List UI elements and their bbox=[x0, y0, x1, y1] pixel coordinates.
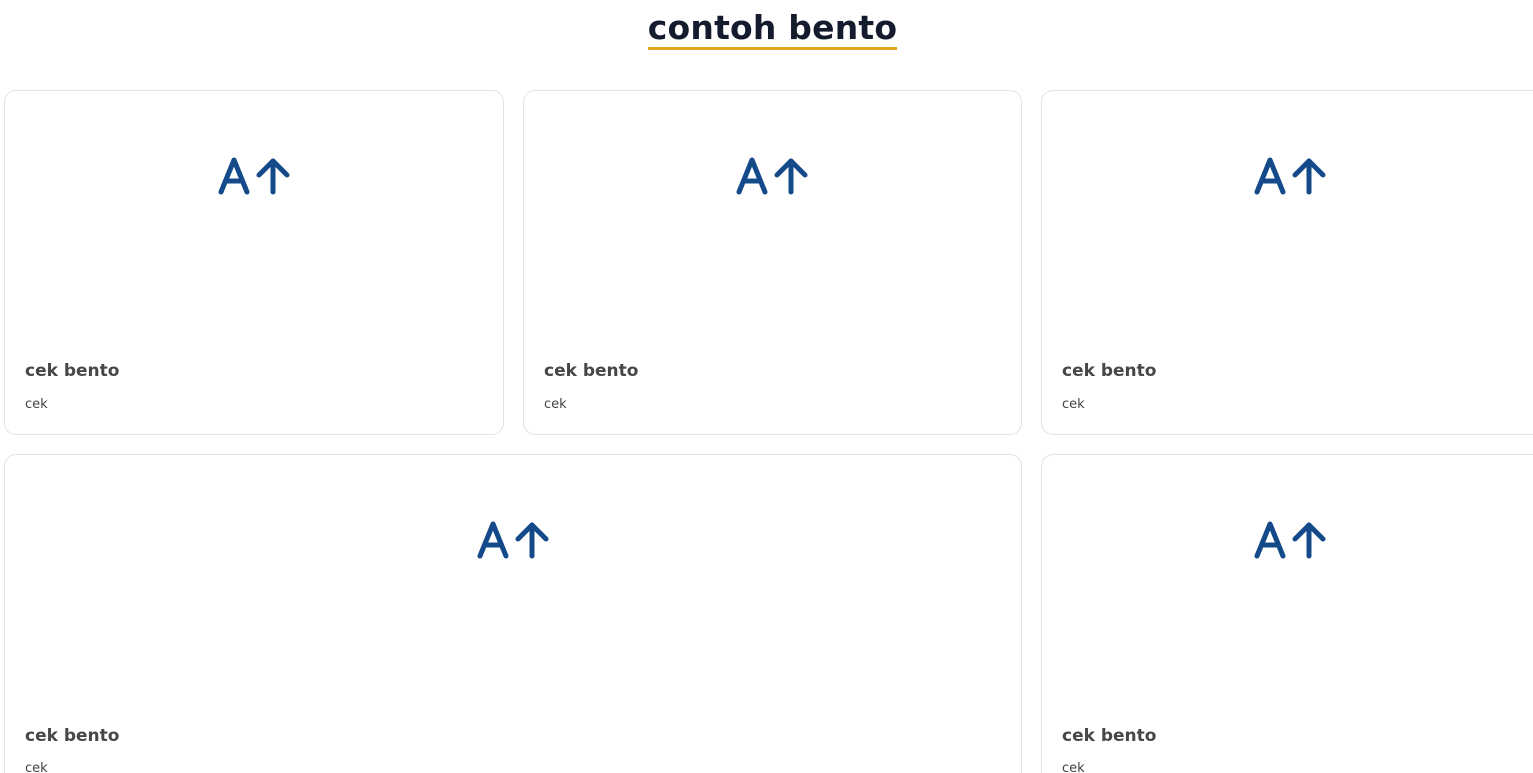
page-title: contoh bento bbox=[647, 9, 898, 50]
card-description: cek bbox=[25, 397, 48, 412]
card-title: cek bento bbox=[1062, 361, 1157, 381]
card-title: cek bento bbox=[544, 361, 639, 381]
logo-icon bbox=[477, 521, 549, 559]
card-title: cek bento bbox=[1062, 726, 1157, 746]
bento-card[interactable]: cek bento cek bbox=[4, 90, 504, 435]
logo-icon bbox=[218, 157, 290, 195]
logo-icon bbox=[1254, 521, 1326, 559]
card-title: cek bento bbox=[25, 361, 120, 381]
card-description: cek bbox=[1062, 761, 1085, 773]
bento-card[interactable]: cek bento cek bbox=[523, 90, 1022, 435]
page-header: contoh bento bbox=[0, 9, 1533, 50]
card-title: cek bento bbox=[25, 726, 120, 746]
bento-card[interactable]: cek bento cek bbox=[1041, 90, 1533, 435]
bento-card-wide[interactable]: cek bento cek bbox=[4, 454, 1022, 773]
card-description: cek bbox=[544, 397, 567, 412]
bento-card[interactable]: cek bento cek bbox=[1041, 454, 1533, 773]
logo-icon bbox=[1254, 157, 1326, 195]
card-description: cek bbox=[25, 761, 48, 773]
card-description: cek bbox=[1062, 397, 1085, 412]
logo-icon bbox=[736, 157, 808, 195]
